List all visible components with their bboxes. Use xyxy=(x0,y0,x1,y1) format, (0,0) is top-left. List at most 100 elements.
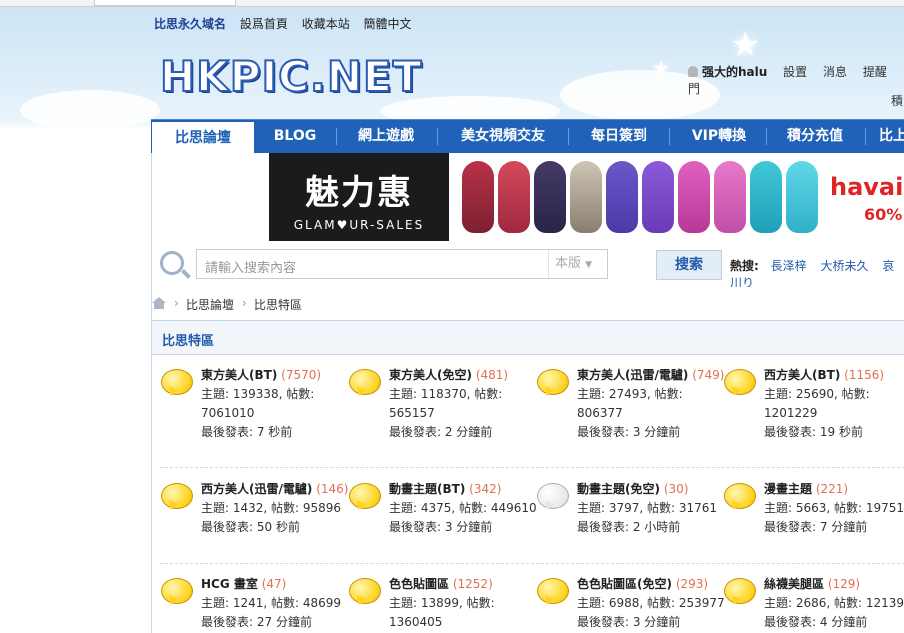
breadcrumb-forum[interactable]: 比思論壇 xyxy=(186,296,234,313)
search-placeholder: 請輸入搜索內容 xyxy=(205,261,297,276)
nav-vip-convert[interactable]: VIP轉換 xyxy=(675,120,763,153)
bookmark-link[interactable]: 收藏本站 xyxy=(302,17,350,31)
forum-today-count: (146) xyxy=(316,482,349,496)
forum-new-posts-icon xyxy=(349,578,381,604)
nav-separator xyxy=(669,128,670,145)
forum-stat-line: 主題: 25690, 帖數: xyxy=(764,387,870,401)
forum-stat-line: 主題: 4375, 帖數: 449610 xyxy=(389,501,537,515)
nav-forum[interactable]: 比思論壇 xyxy=(151,121,255,155)
forum-no-new-icon xyxy=(537,483,569,509)
forum-stat-line: 最後發表: 3 分鐘前 xyxy=(577,615,681,629)
user-link-truncated[interactable]: 門 xyxy=(688,82,700,96)
forum-name-link[interactable]: 西方美人(迅雷/電驢) xyxy=(201,482,312,496)
sandal-image xyxy=(642,161,674,233)
forum-name-link[interactable]: 東方美人(免空) xyxy=(389,368,472,382)
forum-stat-line: 主題: 3797, 帖數: 31761 xyxy=(577,501,718,515)
forum-today-count: (749) xyxy=(692,368,725,382)
forum-today-count: (481) xyxy=(475,368,509,382)
forum-info: 西方美人(迅雷/電驢) (146) 主題: 1432, 帖數: 95896 最後發表… xyxy=(201,480,351,537)
top-links: 比思永久域名 設爲首頁 收藏本站 簡體中文 xyxy=(154,15,422,32)
forum-name-link[interactable]: 東方美人(迅雷/電驢) xyxy=(577,368,688,382)
nav-separator xyxy=(766,128,767,145)
nav-more[interactable]: 比上 xyxy=(879,120,904,153)
section-header[interactable]: 比思特區 xyxy=(152,320,904,355)
ad-banner[interactable]: 魅力惠 GLAM♥UR-SALES havaia 60% xyxy=(151,153,904,243)
nav-separator xyxy=(568,128,569,145)
sandal-image xyxy=(570,161,602,233)
chevron-right-icon: › xyxy=(242,296,247,310)
forum-stat-line: 7061010 xyxy=(201,406,255,420)
nav-separator xyxy=(865,128,866,145)
sandal-image xyxy=(606,161,638,233)
forum-stat-line: 最後發表: 27 分鐘前 xyxy=(201,615,312,629)
forum-stat-line: 主題: 1432, 帖數: 95896 xyxy=(201,501,342,515)
forum-title-line: 東方美人(BT) (7570) xyxy=(201,366,351,385)
simplified-chinese-link[interactable]: 簡體中文 xyxy=(364,17,412,31)
breadcrumb-section[interactable]: 比思特區 xyxy=(254,296,302,313)
forum-stat-line: 最後發表: 2 小時前 xyxy=(577,520,681,534)
search-input[interactable]: 請輸入搜索內容 本版 ▼ xyxy=(196,249,608,279)
notifications-link[interactable]: 提醒 xyxy=(863,65,887,79)
glamour-sales-ad[interactable]: 魅力惠 GLAM♥UR-SALES xyxy=(269,153,449,241)
home-icon[interactable] xyxy=(152,297,166,309)
forum-info: 色色貼圖區 (1252) 主題: 13899, 帖數: 1360405 xyxy=(389,575,539,632)
browser-tab-fragment xyxy=(94,0,236,6)
nav-points-recharge[interactable]: 積分充值 xyxy=(771,120,859,153)
forum-new-posts-icon xyxy=(537,578,569,604)
forum-stat-line: 最後發表: 3 分鐘前 xyxy=(389,520,493,534)
forum-stat-line: 最後發表: 4 分鐘前 xyxy=(764,615,868,629)
forum-today-count: (47) xyxy=(261,577,287,591)
sandal-image xyxy=(714,161,746,233)
nav-video-dating[interactable]: 美女視頻交友 xyxy=(443,120,563,153)
site-logo[interactable]: HKPIC.NET xyxy=(159,51,422,102)
forum-today-count: (342) xyxy=(469,482,502,496)
nav-separator xyxy=(336,128,337,145)
nav-blog[interactable]: BLOG xyxy=(259,120,331,153)
forum-stat-line: 最後發表: 2 分鐘前 xyxy=(389,425,493,439)
main-nav: 比思論壇 BLOG 網上遊戲 美女視頻交友 每日簽到 VIP轉換 積分充值 比上 xyxy=(151,119,904,155)
user-bar: 强大的halu 設置 消息 提醒 門 xyxy=(688,63,904,97)
forum-info: 東方美人(BT) (7570) 主題: 139338, 帖數: 7061010 最後發… xyxy=(201,366,351,442)
forum-title-line: 絲襪美腿區 (129) xyxy=(764,575,904,594)
forum-today-count: (7570) xyxy=(281,368,322,382)
row-divider xyxy=(160,563,904,564)
hot-search-link[interactable]: 大桥未久 xyxy=(820,259,868,273)
nav-daily-checkin[interactable]: 每日簽到 xyxy=(573,120,665,153)
forum-name-link[interactable]: 色色貼圖區(免空) xyxy=(577,577,672,591)
search-scope-select[interactable]: 本版 ▼ xyxy=(548,250,607,278)
username-link[interactable]: 强大的halu xyxy=(688,65,767,79)
forum-name-link[interactable]: 絲襪美腿區 xyxy=(764,577,824,591)
forum-name-link[interactable]: HCG 畫室 xyxy=(201,577,258,591)
sandals-image xyxy=(462,161,822,239)
set-homepage-link[interactable]: 設爲首頁 xyxy=(240,17,288,31)
forum-stat-line: 最後發表: 7 秒前 xyxy=(201,425,293,439)
forum-new-posts-icon xyxy=(349,369,381,395)
forum-stat-line: 主題: 27493, 帖數: xyxy=(577,387,683,401)
forum-name-link[interactable]: 動畫主題(BT) xyxy=(389,482,465,496)
user-icon xyxy=(688,66,698,77)
domain-link[interactable]: 比思永久域名 xyxy=(154,17,226,31)
forum-name-link[interactable]: 色色貼圖區 xyxy=(389,577,449,591)
forum-section: 比思特區 東方美人(BT) (7570) 主題: 139338, 帖數: 70610… xyxy=(151,320,904,633)
search-button[interactable]: 搜索 xyxy=(656,250,722,280)
forum-name-link[interactable]: 東方美人(BT) xyxy=(201,368,277,382)
nav-online-games[interactable]: 網上遊戲 xyxy=(341,120,431,153)
forum-stat-line: 最後發表: 19 秒前 xyxy=(764,425,863,439)
forum-name-link[interactable]: 西方美人(BT) xyxy=(764,368,840,382)
havaianas-text: havaia xyxy=(830,173,904,201)
forum-today-count: (1156) xyxy=(844,368,885,382)
forum-name-link[interactable]: 漫畫主題 xyxy=(764,482,812,496)
row-divider xyxy=(160,467,904,468)
forum-new-posts-icon xyxy=(161,483,193,509)
dropdown-arrow-icon: ▼ xyxy=(585,260,593,270)
forum-new-posts-icon xyxy=(724,483,756,509)
hot-search-link[interactable]: 長泽梓 xyxy=(771,259,807,273)
forum-info: 東方美人(迅雷/電驢) (749) 主題: 27493, 帖數: 806377 最後發… xyxy=(577,366,727,442)
forum-title-line: 動畫主題(免空) (30) xyxy=(577,480,727,499)
section-title: 比思特區 xyxy=(162,334,215,349)
messages-link[interactable]: 消息 xyxy=(823,65,847,79)
ad-brand-small: GLAM♥UR-SALES xyxy=(293,218,425,232)
settings-link[interactable]: 設置 xyxy=(783,65,807,79)
forum-name-link[interactable]: 動畫主題(免空) xyxy=(577,482,660,496)
credits-link[interactable]: 積 xyxy=(891,92,903,109)
